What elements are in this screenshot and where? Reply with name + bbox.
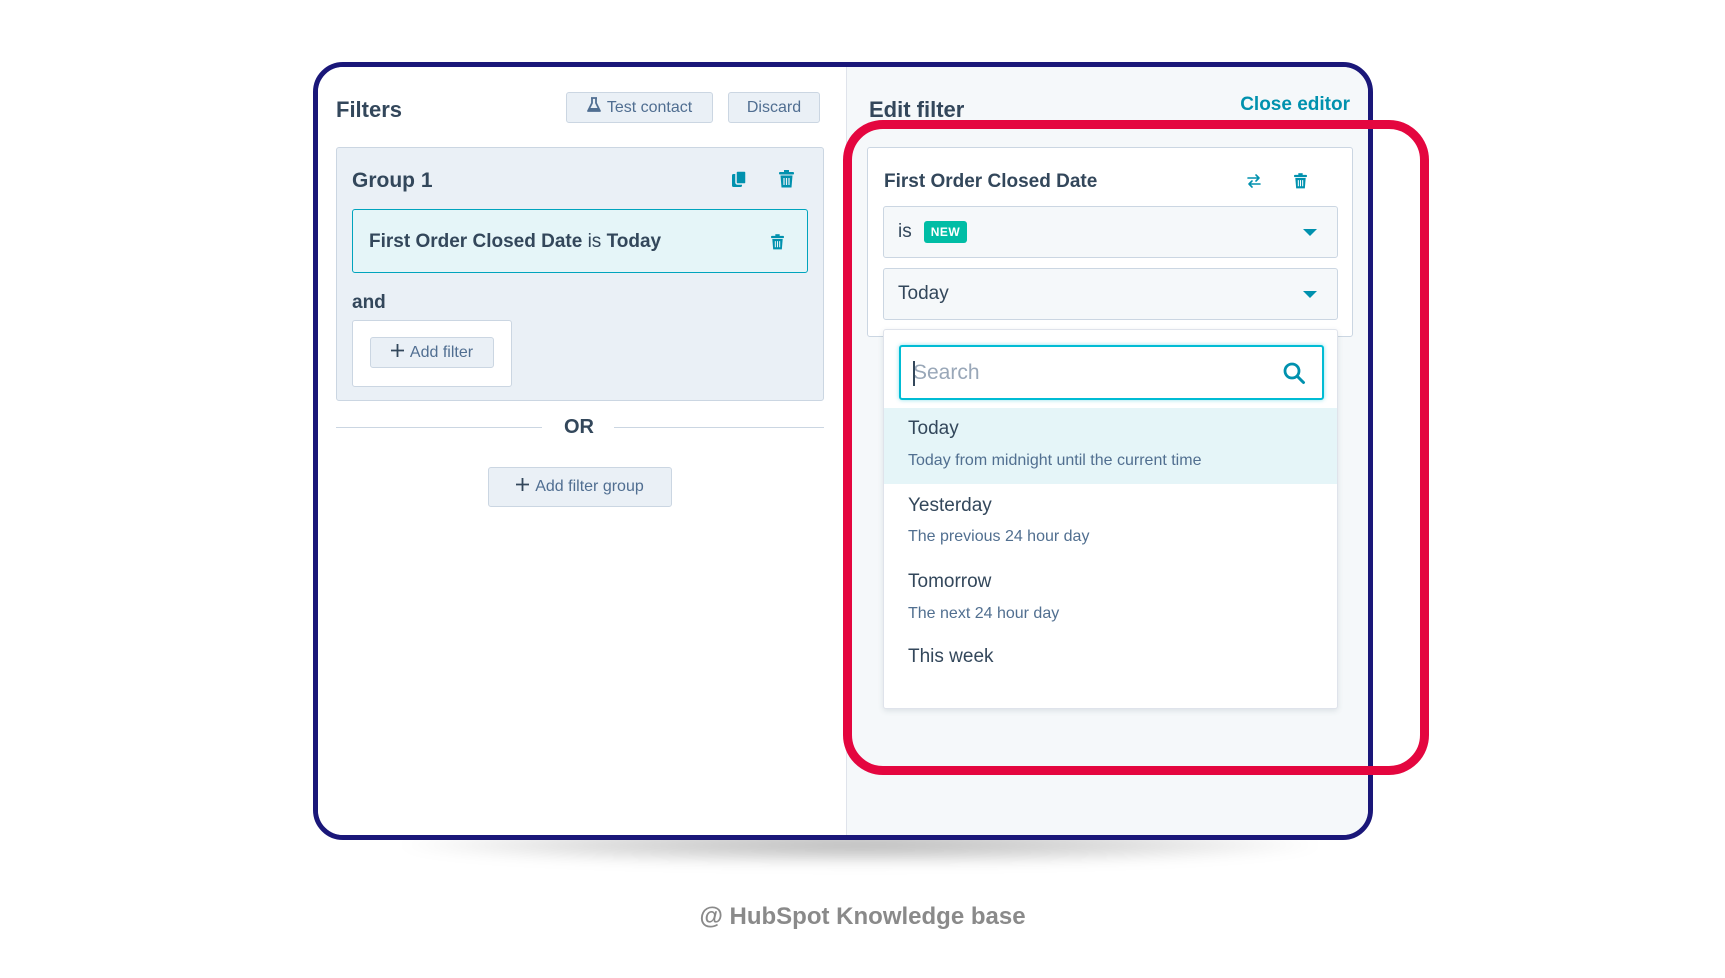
option-label: Today <box>908 418 959 439</box>
test-contact-label: Test contact <box>606 98 693 116</box>
copy-icon[interactable] <box>728 168 750 190</box>
filter-property: First Order Closed Date <box>369 231 583 252</box>
new-badge: NEW <box>923 221 968 243</box>
edit-filter-title: Edit filter <box>869 97 965 122</box>
operator-value: is <box>898 221 912 242</box>
option-description: Today from midnight until the current ti… <box>908 452 1202 469</box>
filter-group-card: Group 1 First Order Closed Date is Today… <box>336 147 824 401</box>
filter-operator: is <box>587 231 602 252</box>
date-options-dropdown: Today Today from midnight until the curr… <box>883 329 1338 709</box>
edit-filter-panel: Edit filter Close editor First Order Clo… <box>846 67 1368 835</box>
filter-condition-text: First Order Closed Date is Today <box>369 231 661 253</box>
option-yesterday[interactable]: Yesterday The previous 24 hour day <box>884 484 1337 560</box>
property-name: First Order Closed Date <box>884 171 1098 192</box>
add-filter-button[interactable]: Add filter <box>370 337 494 368</box>
filter-edit-card: First Order Closed Date is NEW Today <box>867 147 1353 337</box>
flask-icon <box>586 97 601 118</box>
trash-icon[interactable] <box>1289 170 1311 192</box>
option-today[interactable]: Today Today from midnight until the curr… <box>884 408 1337 484</box>
option-tomorrow[interactable]: Tomorrow The next 24 hour day <box>884 560 1337 636</box>
close-editor-link[interactable]: Close editor <box>1240 94 1350 116</box>
add-filter-group-label: Add filter group <box>535 478 644 495</box>
operator-select[interactable]: is NEW <box>883 206 1338 258</box>
group-title: Group 1 <box>352 169 433 192</box>
caret-down-icon <box>1303 229 1317 236</box>
caret-down-icon <box>1303 291 1317 298</box>
option-label: Tomorrow <box>908 571 992 592</box>
search-icon[interactable] <box>1282 361 1306 385</box>
date-value-select[interactable]: Today <box>883 268 1338 320</box>
option-label: Yesterday <box>908 495 992 516</box>
filter-editor-window: Filters Test contact Discard Group 1 Fir… <box>313 62 1373 840</box>
plus-icon <box>516 478 530 496</box>
option-label: This week <box>908 646 994 667</box>
search-field[interactable] <box>899 345 1324 400</box>
option-this-week[interactable]: This week <box>884 636 1337 708</box>
swap-icon[interactable] <box>1243 170 1265 192</box>
add-filter-group-button[interactable]: Add filter group <box>488 467 672 507</box>
divider <box>336 427 542 428</box>
filter-condition-row[interactable]: First Order Closed Date is Today <box>352 209 808 273</box>
option-description: The next 24 hour day <box>908 605 1060 622</box>
trash-icon[interactable] <box>775 168 797 190</box>
option-description: The previous 24 hour day <box>908 528 1090 545</box>
source-caption: @ HubSpot Knowledge base <box>699 903 1026 930</box>
test-contact-button[interactable]: Test contact <box>566 92 713 123</box>
filters-title: Filters <box>336 97 403 122</box>
or-label: OR <box>564 416 594 438</box>
discard-button[interactable]: Discard <box>728 92 820 123</box>
add-filter-label: Add filter <box>409 343 474 361</box>
add-filter-container: Add filter <box>352 320 512 387</box>
filters-panel: Filters Test contact Discard Group 1 Fir… <box>318 67 846 835</box>
divider <box>614 427 824 428</box>
text-cursor <box>913 361 915 386</box>
filter-value: Today <box>606 231 662 252</box>
search-input[interactable] <box>901 347 1282 398</box>
date-value: Today <box>898 283 949 304</box>
plus-icon <box>390 343 404 362</box>
trash-icon[interactable] <box>766 231 788 253</box>
and-label: and <box>352 292 386 313</box>
